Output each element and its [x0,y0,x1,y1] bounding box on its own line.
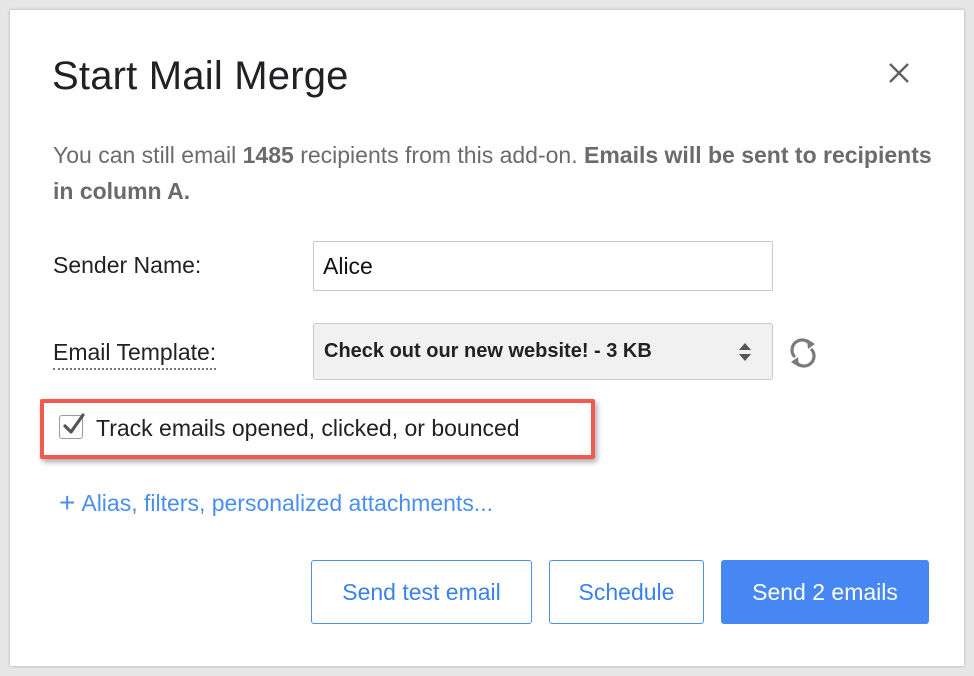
email-template-select[interactable]: Check out our new website! - 3 KB [313,323,773,380]
advanced-options-link[interactable]: + Alias, filters, personalized attachment… [59,486,493,518]
up-down-arrows-icon [738,341,752,368]
template-selected-value: Check out our new website! - 3 KB [324,340,652,362]
email-template-label[interactable]: Email Template: [53,339,217,370]
mail-merge-dialog: Start Mail Merge You can still email 148… [10,10,964,666]
dialog-title: Start Mail Merge [52,54,349,98]
sender-name-input[interactable] [313,241,773,291]
track-emails-highlight: Track emails opened, clicked, or bounced [40,399,595,459]
refresh-icon[interactable] [785,335,821,371]
info-middle: recipients from this add-on. [293,142,584,168]
sender-name-label: Sender Name: [53,252,202,278]
track-emails-label[interactable]: Track emails opened, clicked, or bounced [96,415,520,442]
info-prefix: You can still email [53,142,243,168]
send-test-email-button[interactable]: Send test email [311,560,532,624]
plus-icon: + [59,487,76,518]
advanced-options-label: Alias, filters, personalized attachments… [81,490,493,516]
quota-info-text: You can still email 1485 recipients from… [53,137,933,209]
checkmark-icon [63,413,85,434]
track-emails-checkbox[interactable] [59,413,85,439]
schedule-button[interactable]: Schedule [549,560,704,624]
close-icon[interactable] [884,58,914,88]
remaining-count: 1485 [242,142,294,168]
send-emails-button[interactable]: Send 2 emails [721,560,929,624]
